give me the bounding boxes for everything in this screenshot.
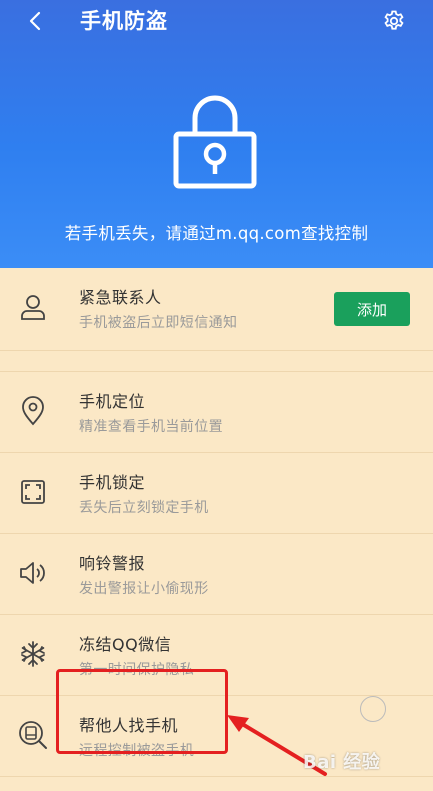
item-title: 响铃警报 (79, 554, 146, 573)
gear-icon (384, 10, 404, 30)
item-subtitle: 丢失后立刻锁定手机 (79, 500, 209, 516)
back-button[interactable] (22, 8, 48, 34)
screen-lock-icon (18, 477, 48, 507)
lock-icon (173, 95, 257, 189)
item-subtitle: 精准查看手机当前位置 (79, 419, 223, 435)
recovery-hint: 若手机丢失，请通过m.qq.com查找控制 (64, 224, 369, 243)
chevron-left-icon (29, 11, 41, 31)
add-contact-button[interactable]: 添加 (334, 292, 410, 326)
item-title: 手机定位 (79, 392, 146, 411)
list-item-alarm[interactable]: 响铃警报 发出警报让小偷现形 (0, 534, 433, 615)
snowflake-icon (18, 639, 48, 669)
header: 手机防盗 若手机丢失，请通过m.qq.com查找控制 (0, 0, 433, 268)
list-item-locate[interactable]: 手机定位 精准查看手机当前位置 (0, 372, 433, 453)
person-icon (18, 292, 48, 322)
item-title: 手机锁定 (79, 473, 146, 492)
highlight-box (56, 669, 228, 754)
list-item-lock[interactable]: 手机锁定 丢失后立刻锁定手机 (0, 453, 433, 534)
item-subtitle: 手机被盗后立即短信通知 (79, 315, 238, 331)
item-subtitle: 发出警报让小偷现形 (79, 581, 209, 597)
help-find-toggle[interactable] (360, 696, 386, 722)
speaker-alarm-icon (18, 558, 48, 588)
item-title: 紧急联系人 (79, 288, 162, 307)
item-title: 冻结QQ微信 (79, 635, 172, 654)
section-divider (0, 351, 433, 372)
list-item-emergency-contact[interactable]: 紧急联系人 手机被盗后立即短信通知 添加 (0, 268, 433, 351)
phone-search-icon (18, 720, 48, 750)
page-title: 手机防盗 (80, 9, 168, 33)
location-pin-icon (18, 396, 48, 426)
watermark: Bai 经验 (303, 752, 381, 773)
settings-button[interactable] (381, 8, 407, 34)
